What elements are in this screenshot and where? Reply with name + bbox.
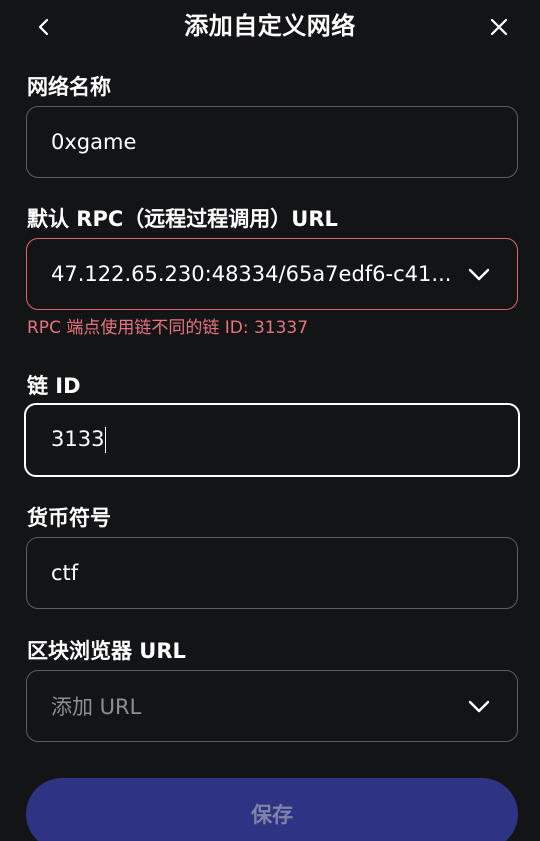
save-button[interactable]: 保存 <box>26 778 518 841</box>
text-cursor <box>105 427 107 453</box>
chain-id-label: 链 ID <box>27 374 81 398</box>
chevron-down-icon <box>465 260 493 288</box>
save-button-label: 保存 <box>251 803 293 827</box>
currency-symbol-value: ctf <box>51 561 79 585</box>
rpc-url-label: 默认 RPC（远程过程调用）URL <box>27 207 338 231</box>
chain-id-input-text: 3133 <box>51 427 494 453</box>
rpc-url-value: 47.122.65.230:48334/65a7edf6-c41... <box>51 262 452 286</box>
network-name-label: 网络名称 <box>27 75 111 99</box>
currency-symbol-field[interactable]: ctf <box>26 537 518 609</box>
chevron-down-icon <box>465 692 493 720</box>
close-icon <box>490 18 508 36</box>
block-explorer-label: 区块浏览器 URL <box>27 639 186 663</box>
header: 添加自定义网络 <box>0 0 540 54</box>
rpc-error-message: RPC 端点使用链不同的链 ID: 31337 <box>27 318 309 338</box>
page-title: 添加自定义网络 <box>184 12 356 40</box>
network-name-field[interactable]: 0xgame <box>26 106 518 178</box>
add-custom-network-page: 添加自定义网络 网络名称 0xgame 默认 RPC（远程过程调用）URL 47… <box>0 0 540 841</box>
rpc-url-select[interactable]: 47.122.65.230:48334/65a7edf6-c41... <box>26 238 518 310</box>
currency-symbol-label: 货币符号 <box>27 506 111 530</box>
block-explorer-select[interactable]: 添加 URL <box>26 670 518 742</box>
close-button[interactable] <box>485 13 513 41</box>
chain-id-value: 3133 <box>51 427 105 451</box>
block-explorer-placeholder: 添加 URL <box>51 695 142 719</box>
chain-id-field[interactable]: 3133 <box>24 403 520 477</box>
network-name-value: 0xgame <box>51 130 137 154</box>
